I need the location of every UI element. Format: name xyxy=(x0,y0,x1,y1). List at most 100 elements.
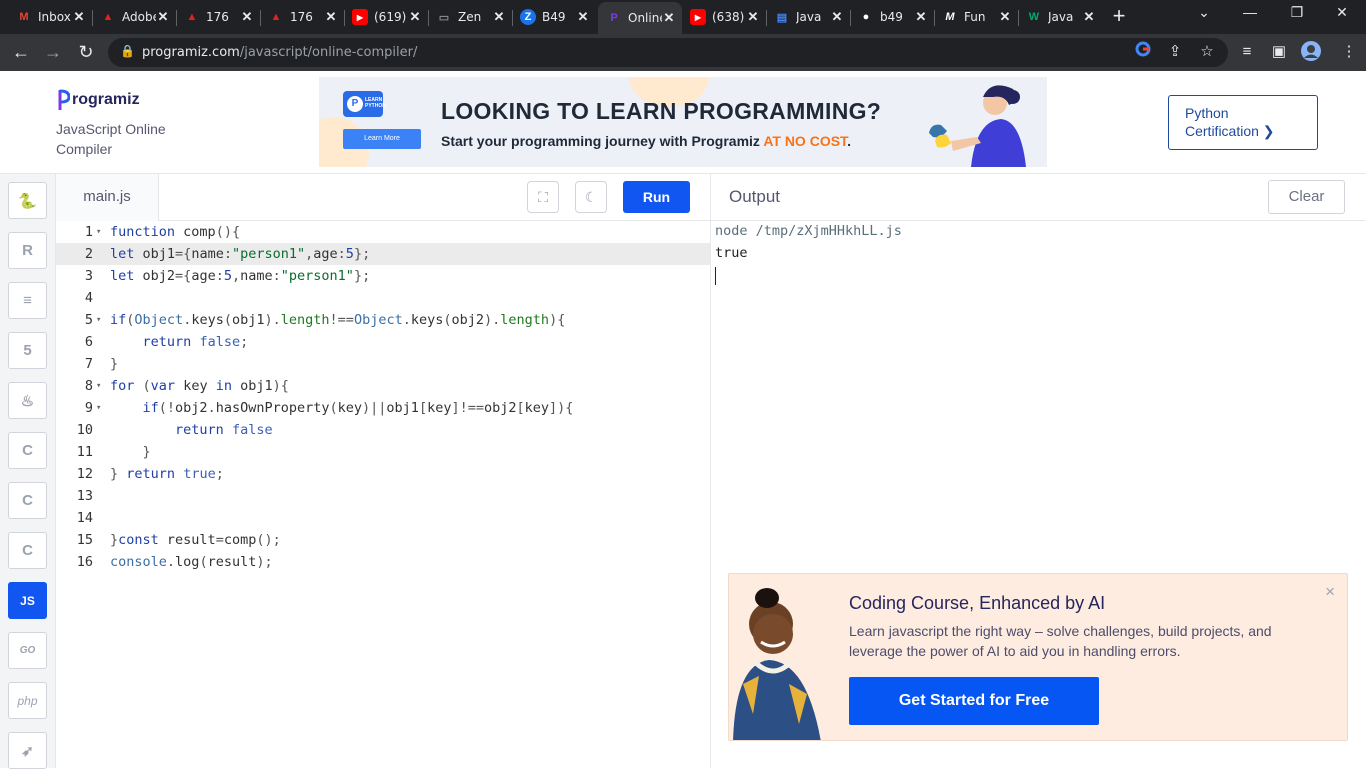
back-icon[interactable]: ← xyxy=(8,40,34,66)
tab-close-icon[interactable]: ✕ xyxy=(324,9,338,25)
code-line[interactable]: 4 xyxy=(56,287,710,309)
file-tab-main-js[interactable]: main.js xyxy=(56,174,159,221)
python-certification-button[interactable]: Python Certification ❯ xyxy=(1168,95,1318,150)
code-text: } xyxy=(142,444,151,460)
tab-search-icon[interactable]: ⌄ xyxy=(1184,4,1224,21)
browser-tab[interactable]: ▲ Adobe✕ xyxy=(92,4,176,30)
code-line[interactable]: 9 ▾ if(!obj2.hasOwnProperty(key)||obj1[ke… xyxy=(56,397,710,419)
tab-close-icon[interactable]: ✕ xyxy=(746,9,760,25)
docs-icon: ▤ xyxy=(776,11,788,24)
learn-more-button[interactable]: Learn More xyxy=(343,129,421,149)
reload-icon[interactable]: ↻ xyxy=(73,40,99,66)
tab-close-icon[interactable]: ✕ xyxy=(72,9,86,25)
dark-mode-moon-icon[interactable]: ☾ xyxy=(575,181,607,213)
tab-close-icon[interactable]: ✕ xyxy=(998,9,1012,25)
line-number: 3 xyxy=(84,268,93,284)
code-line[interactable]: 10 return false xyxy=(56,419,710,441)
code-line[interactable]: 15}const result=comp(); xyxy=(56,529,710,551)
swift-icon[interactable]: ➶ xyxy=(8,732,47,769)
programiz-icon: P xyxy=(610,12,618,24)
run-button[interactable]: Run xyxy=(623,181,690,213)
code-line[interactable]: 2 let obj1={name:"person1",age:5}; xyxy=(56,243,710,265)
tab-close-icon[interactable]: ✕ xyxy=(662,10,676,26)
menu-kebab-icon[interactable]: ⋮ xyxy=(1338,41,1360,63)
code-line[interactable]: 14 xyxy=(56,507,710,529)
browser-tab[interactable]: P Online✕ xyxy=(598,2,682,34)
cpp-icon[interactable]: C xyxy=(8,482,47,519)
code-text: } xyxy=(110,356,119,372)
html5-icon[interactable]: 5 xyxy=(8,332,47,369)
r-icon[interactable]: R xyxy=(8,232,47,269)
code-line[interactable]: 1 ▾ function comp(){ xyxy=(56,221,710,243)
clear-button[interactable]: Clear xyxy=(1268,180,1345,214)
fold-arrow-icon[interactable]: ▾ xyxy=(96,375,101,397)
browser-tab[interactable]: ▶ (638) ✕ xyxy=(682,4,766,30)
tab-close-icon[interactable]: ✕ xyxy=(156,9,170,25)
editor-header: main.js ⛶ ☾ Run xyxy=(56,174,710,221)
fullscreen-icon[interactable]: ⛶ xyxy=(527,181,559,213)
google-icon[interactable] xyxy=(1132,41,1154,63)
fold-arrow-icon[interactable]: ▾ xyxy=(96,397,101,419)
get-started-button[interactable]: Get Started for Free xyxy=(849,677,1099,725)
code-line[interactable]: 3 let obj2={age:5,name:"person1"}; xyxy=(56,265,710,287)
line-number: 12 xyxy=(76,466,93,482)
code-line[interactable]: 11 } xyxy=(56,441,710,463)
bookmark-star-icon[interactable]: ☆ xyxy=(1196,41,1218,63)
code-line[interactable]: 6 return false; xyxy=(56,331,710,353)
forward-icon[interactable]: → xyxy=(40,40,66,66)
side-panel-icon[interactable]: ▣ xyxy=(1268,41,1290,63)
code-line[interactable]: 12} return true; xyxy=(56,463,710,485)
java-icon[interactable]: ♨ xyxy=(8,382,47,419)
zoho-icon: Z xyxy=(520,9,536,25)
restore-icon[interactable]: ❐ xyxy=(1277,4,1317,21)
close-window-icon[interactable]: ✕ xyxy=(1322,4,1362,21)
code-line[interactable]: 16 console.log(result); xyxy=(56,551,710,573)
fold-arrow-icon[interactable]: ▾ xyxy=(96,221,101,243)
promo-title: Coding Course, Enhanced by AI xyxy=(849,593,1106,613)
ad-banner[interactable]: P LEARN PYTHON Learn More LOOKING TO LEAR… xyxy=(319,77,1047,167)
csharp-icon[interactable]: C xyxy=(8,532,47,569)
output-header: Output Clear xyxy=(711,174,1366,221)
tab-close-icon[interactable]: ✕ xyxy=(492,9,506,25)
browser-tab[interactable]: W Java ✕ xyxy=(1018,4,1102,30)
browser-tab-title: Adobe xyxy=(122,10,156,24)
new-tab-button[interactable]: + xyxy=(1108,5,1130,28)
go-icon[interactable]: GO xyxy=(8,632,47,669)
share-icon[interactable]: ⇪ xyxy=(1164,41,1186,63)
url-text[interactable]: programiz.com/javascript/online-compiler… xyxy=(142,45,417,60)
code-editor[interactable]: 1 ▾ function comp(){2 let obj1={name:"perso… xyxy=(56,221,710,768)
browser-tab[interactable]: ▤ Java ✕ xyxy=(766,4,850,30)
minimize-icon[interactable]: — xyxy=(1230,4,1270,20)
browser-tab[interactable]: ● b49 ✕ xyxy=(850,4,934,30)
code-line[interactable]: 5 ▾ if(Object.keys(obj1).length!==Object.k… xyxy=(56,309,710,331)
tab-close-icon[interactable]: ✕ xyxy=(576,9,590,25)
code-line[interactable]: 8 ▾ for (var key in obj1){ xyxy=(56,375,710,397)
close-icon[interactable]: × xyxy=(1325,582,1335,602)
fold-arrow-icon[interactable]: ▾ xyxy=(96,309,101,331)
code-line[interactable]: 7} xyxy=(56,353,710,375)
code-line[interactable]: 13 xyxy=(56,485,710,507)
tab-close-icon[interactable]: ✕ xyxy=(1082,9,1096,25)
language-sidebar: 🐍 R ≡ 5 ♨ C C C JS GO php ➶ xyxy=(0,174,56,769)
tab-close-icon[interactable]: ✕ xyxy=(408,9,422,25)
c-icon[interactable]: C xyxy=(8,432,47,469)
python-icon[interactable]: 🐍 xyxy=(8,182,47,219)
promo-person-image xyxy=(729,584,829,740)
reading-list-icon[interactable]: ≡ xyxy=(1236,41,1258,63)
tab-close-icon[interactable]: ✕ xyxy=(830,9,844,25)
address-bar[interactable]: 🔒 programiz.com/javascript/online-compil… xyxy=(108,38,1228,67)
browser-tab[interactable]: ▲ 176 ✕ xyxy=(176,4,260,30)
tab-close-icon[interactable]: ✕ xyxy=(240,9,254,25)
js-icon[interactable]: JS xyxy=(8,582,47,619)
browser-tab[interactable]: M Fun ✕ xyxy=(934,4,1018,30)
php-icon[interactable]: php xyxy=(8,682,47,719)
profile-avatar[interactable] xyxy=(1300,41,1322,63)
browser-tab[interactable]: ▶ (619) ✕ xyxy=(344,4,428,30)
browser-tab[interactable]: Z B49 ✕ xyxy=(512,4,596,30)
browser-tab[interactable]: M Inbox ✕ xyxy=(8,4,92,30)
programiz-logo[interactable]: rogramiz xyxy=(58,88,140,112)
browser-tab[interactable]: ▭ Zen ✕ xyxy=(428,4,512,30)
browser-tab[interactable]: ▲ 176 ✕ xyxy=(260,4,344,30)
tab-close-icon[interactable]: ✕ xyxy=(914,9,928,25)
database-icon[interactable]: ≡ xyxy=(8,282,47,319)
